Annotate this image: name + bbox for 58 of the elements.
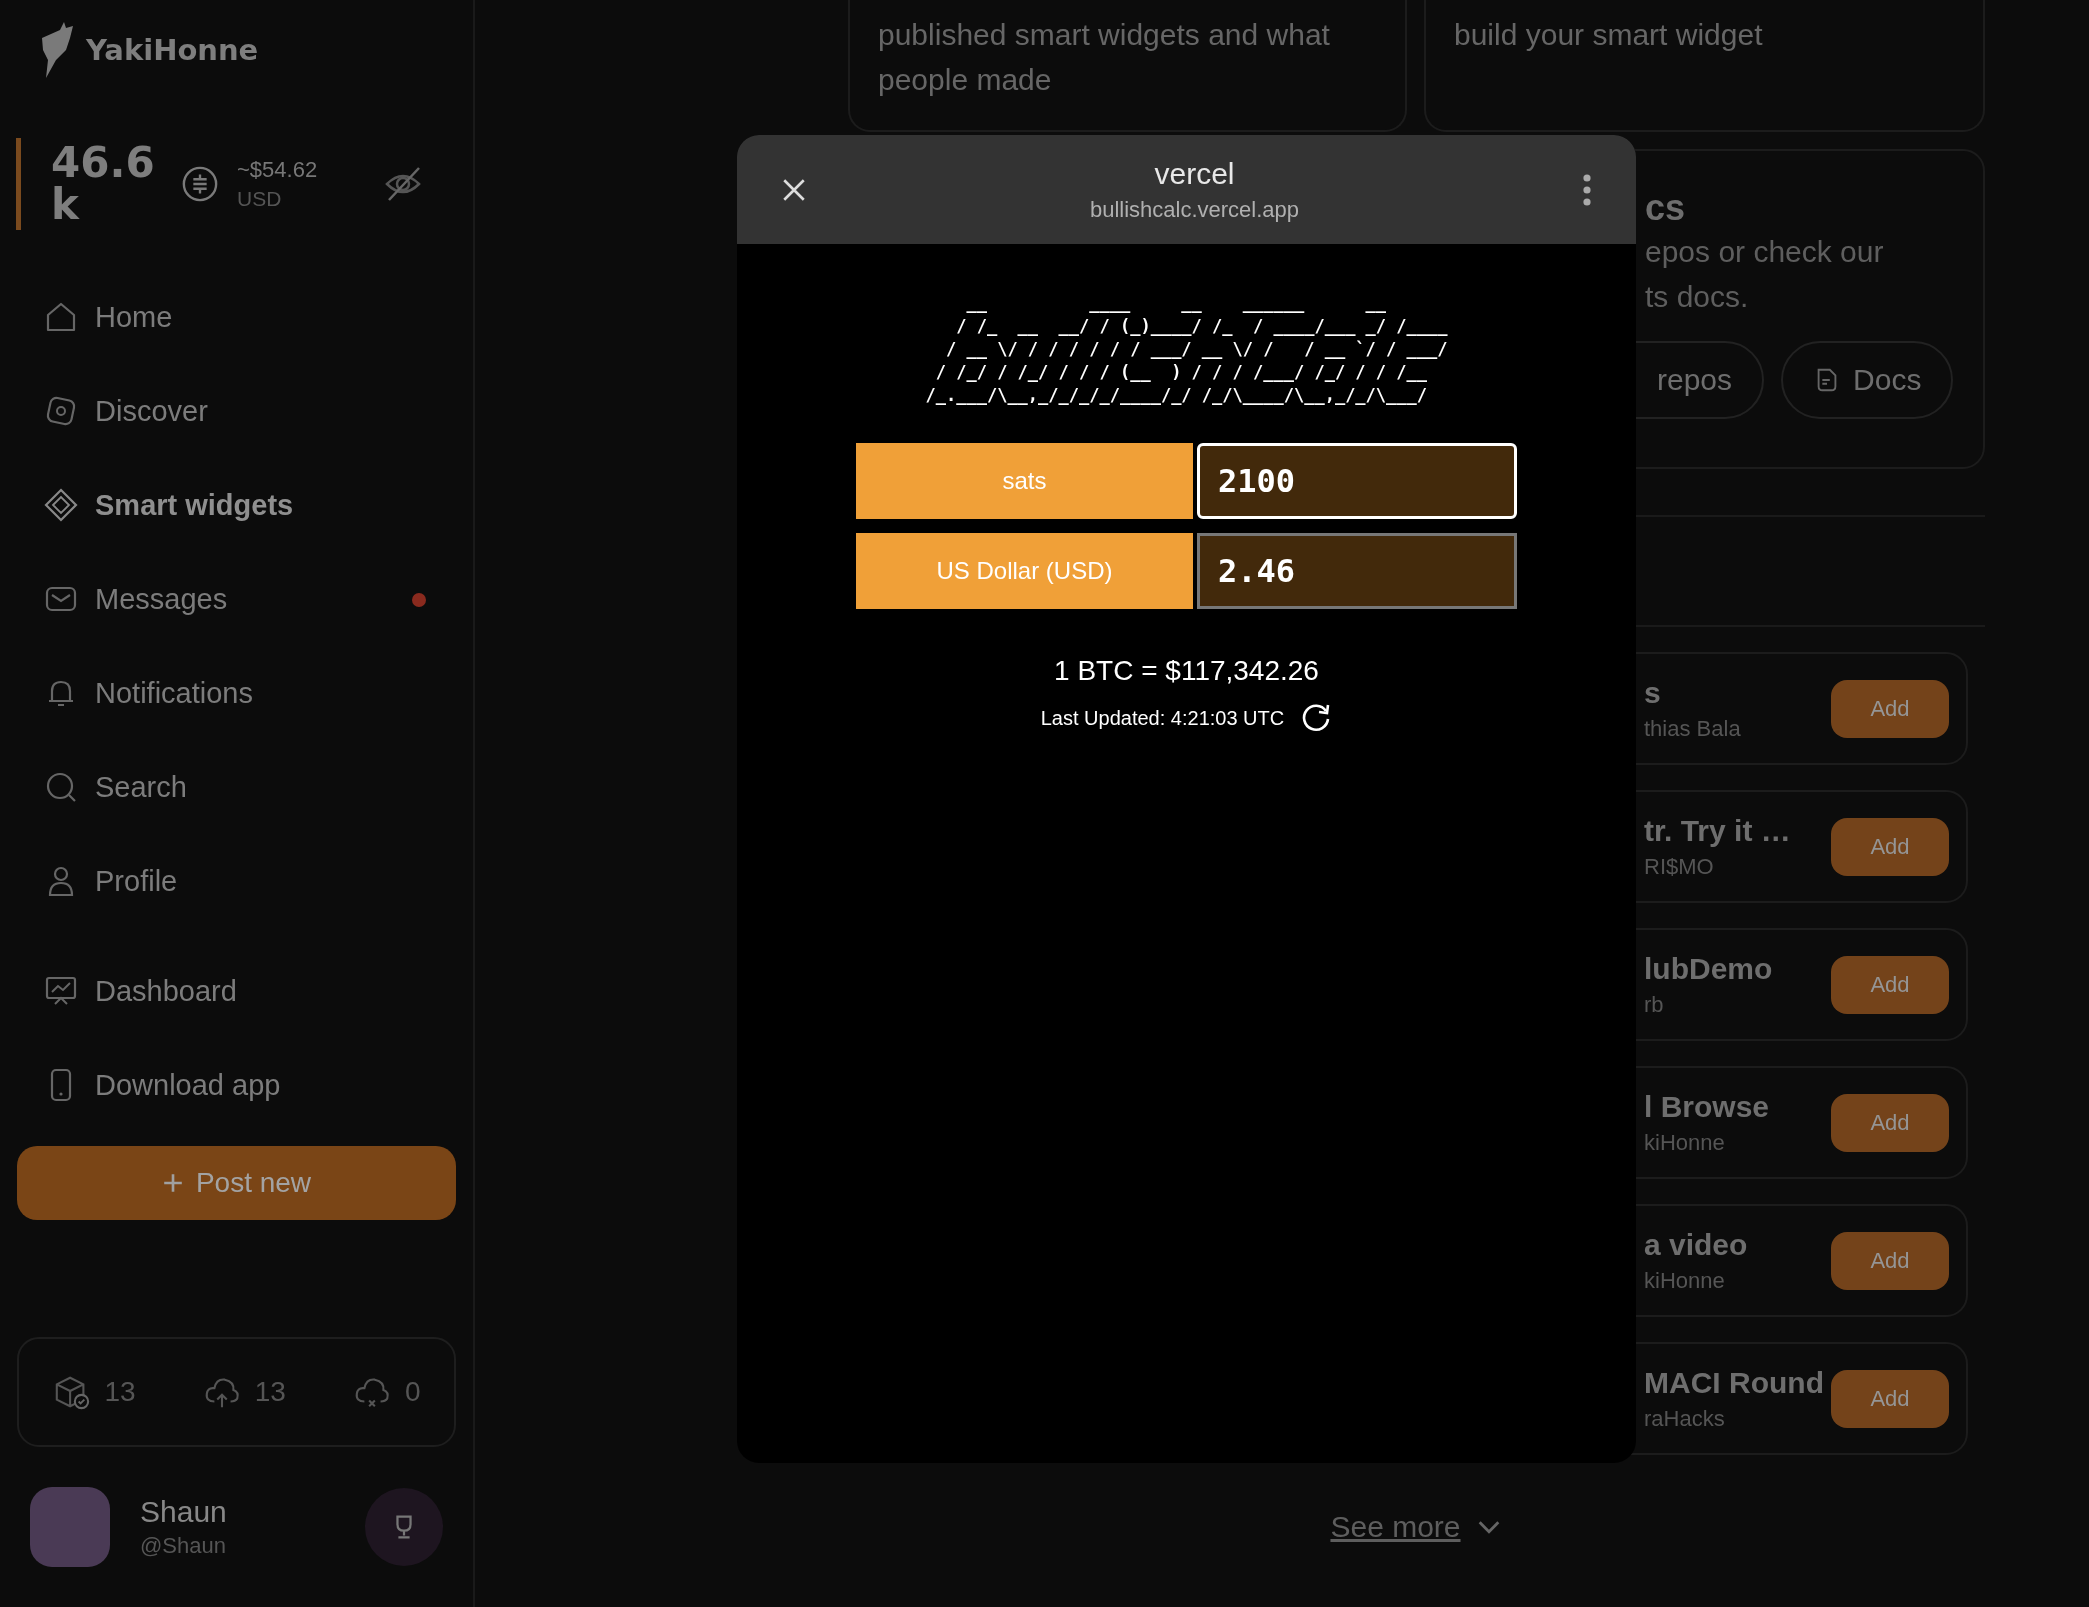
card-text: build your smart widget: [1454, 17, 1764, 53]
user-handle: @Shaun: [140, 1533, 227, 1559]
add-button[interactable]: Add: [1831, 955, 1949, 1014]
widget-author: rb: [1644, 991, 1665, 1018]
nav-item[interactable]: Smart widgets: [0, 458, 473, 552]
nav-item[interactable]: Home: [0, 270, 473, 364]
card-text: published smart widgets and what: [878, 17, 1331, 53]
modal-url: bullishcalc.vercel.app: [1089, 196, 1300, 223]
post-new-button[interactable]: Post new: [17, 1146, 456, 1220]
add-button[interactable]: Add: [1831, 1369, 1949, 1428]
add-button[interactable]: Add: [1831, 1231, 1949, 1290]
nav-item[interactable]: Download app: [0, 1038, 473, 1132]
widget-author: RI$MO: [1644, 853, 1715, 880]
card-text: people made: [878, 62, 1053, 98]
modal-title: vercel: [1154, 156, 1235, 191]
nav-item[interactable]: Dashboard: [0, 944, 473, 1038]
coin-icon: [181, 165, 219, 203]
widget-title: s: [1644, 675, 1662, 710]
kebab-menu-icon: [1582, 172, 1592, 207]
widget-author: kiHonne: [1644, 1129, 1726, 1156]
amount-input[interactable]: 2100: [1197, 443, 1517, 519]
plus-icon: [161, 1172, 184, 1194]
widget-author: raHacks: [1644, 1405, 1726, 1432]
add-button[interactable]: Add: [1831, 679, 1949, 738]
widget-title: l Browse: [1644, 1089, 1771, 1124]
nav-item[interactable]: Messages: [0, 552, 473, 646]
logo-text: YakiHonne: [86, 33, 259, 67]
widget-title: tr. Try it …: [1644, 813, 1792, 848]
widget-title: lubDemo: [1644, 951, 1774, 986]
user-name: Shaun: [140, 1495, 227, 1529]
nav-item[interactable]: Search: [0, 740, 473, 834]
stat-count: 0: [404, 1376, 421, 1408]
nav-item[interactable]: Profile: [0, 834, 473, 928]
card-title: cs: [1645, 187, 1687, 229]
amount-input[interactable]: 2.46: [1197, 533, 1517, 609]
widget-title: MACI Round: [1644, 1365, 1825, 1400]
ascii-art-text: __ ____ __ ______ __ / /_ __ __/ / (_)____/ /_ / ____/___ _/ /____ / __ \/ / / / / / / ___/ __ \/ / / __ `/ / ___/ / /_/ / /_/ / / / (__ ) / / / /___/ /_/ / / /__ /_.___/\__,_/_/_/_/____/_/ /_/\____/\__,_/_/\___/: [925, 292, 1448, 407]
see-more-link[interactable]: See more: [1330, 1510, 1461, 1544]
widgets-icon: [43, 487, 79, 523]
currency-label: USD: [237, 187, 283, 211]
stat-count: 13: [104, 1376, 136, 1408]
last-updated-text: Last Updated: 4:21:03 UTC: [1040, 706, 1285, 730]
unit-selector[interactable]: sats: [856, 443, 1193, 519]
widget-author: kiHonne: [1644, 1267, 1726, 1294]
exchange-rate: 1 BTC = $117,342.26: [1054, 655, 1319, 687]
balance-amount: 46.6 k: [51, 142, 156, 226]
card-text: epos or check our: [1645, 234, 1885, 270]
stat-count: 13: [254, 1376, 286, 1408]
widget-title: a video: [1644, 1227, 1749, 1262]
widget-author: thias Bala: [1644, 715, 1742, 742]
unit-selector[interactable]: US Dollar (USD): [856, 533, 1193, 609]
nav-item[interactable]: Discover: [0, 364, 473, 458]
card-text: ts docs.: [1645, 279, 1750, 315]
nav-item[interactable]: Notifications: [0, 646, 473, 740]
fiat-amount: ~$54.62: [237, 157, 318, 183]
link-button[interactable]: Docs: [1781, 341, 1954, 419]
add-button[interactable]: Add: [1831, 1093, 1949, 1152]
add-button[interactable]: Add: [1831, 817, 1949, 876]
